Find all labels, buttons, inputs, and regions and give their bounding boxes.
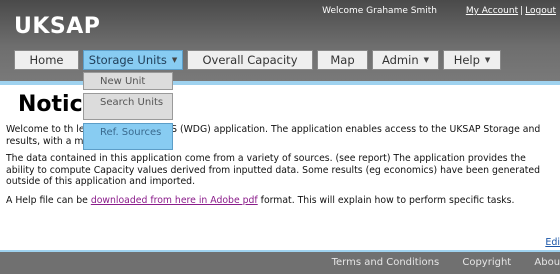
nav-tab-label: Storage Units [88,53,167,67]
nav-tab-admin[interactable]: Admin ▼ [372,50,439,70]
terms-link[interactable]: Terms and Conditions [332,257,440,268]
help-pdf-link[interactable]: downloaded from here in Adobe pdf [91,195,258,206]
nav-tab-label: Home [29,53,64,67]
help-text-after: format. This will explain how to perform… [257,195,515,206]
nav-tab-map[interactable]: Map [317,50,368,70]
help-paragraph: A Help file can be downloaded from here … [6,195,515,207]
my-account-link[interactable]: My Account [466,6,518,16]
welcome-text: Welcome Grahame Smith [322,6,437,16]
menu-item-search-units[interactable]: Search Units [83,93,173,120]
chevron-down-icon: ▼ [423,56,430,64]
nav-tab-label: Admin [381,53,419,67]
help-text-before: A Help file can be [6,195,91,206]
data-sources-paragraph: The data contained in this application c… [6,153,541,187]
menu-item-label: Search Units [100,97,164,108]
nav-tab-home[interactable]: Home [14,50,79,70]
nav-tab-label: Help [453,53,480,67]
chevron-down-icon: ▼ [484,56,491,64]
footer-bar: Terms and Conditions Copyright About [0,252,560,274]
menu-item-label: Ref. Sources [100,127,162,138]
about-link[interactable]: About [534,257,560,268]
copyright-link[interactable]: Copyright [462,257,511,268]
app-title: UKSAP [14,14,101,39]
nav-tab-help[interactable]: Help ▼ [443,50,501,70]
nav-tab-storage-units[interactable]: Storage Units ▼ [83,50,183,70]
menu-item-ref-sources[interactable]: Ref. Sources [83,123,173,150]
edit-link[interactable]: Edi [545,237,560,248]
menu-item-new-unit[interactable]: New Unit [83,72,173,90]
link-separator: | [520,6,524,16]
nav-tab-label: Map [330,53,355,67]
nav-tab-label: Overall Capacity [202,53,298,67]
menu-item-label: New Unit [100,76,146,87]
logout-link[interactable]: Logout [525,6,556,16]
nav-tab-overall-capacity[interactable]: Overall Capacity [187,50,313,70]
footer-links: Terms and Conditions Copyright About [312,257,560,268]
chevron-down-icon: ▼ [171,56,178,64]
user-bar: Welcome Grahame Smith My Account | Logout [322,6,556,16]
